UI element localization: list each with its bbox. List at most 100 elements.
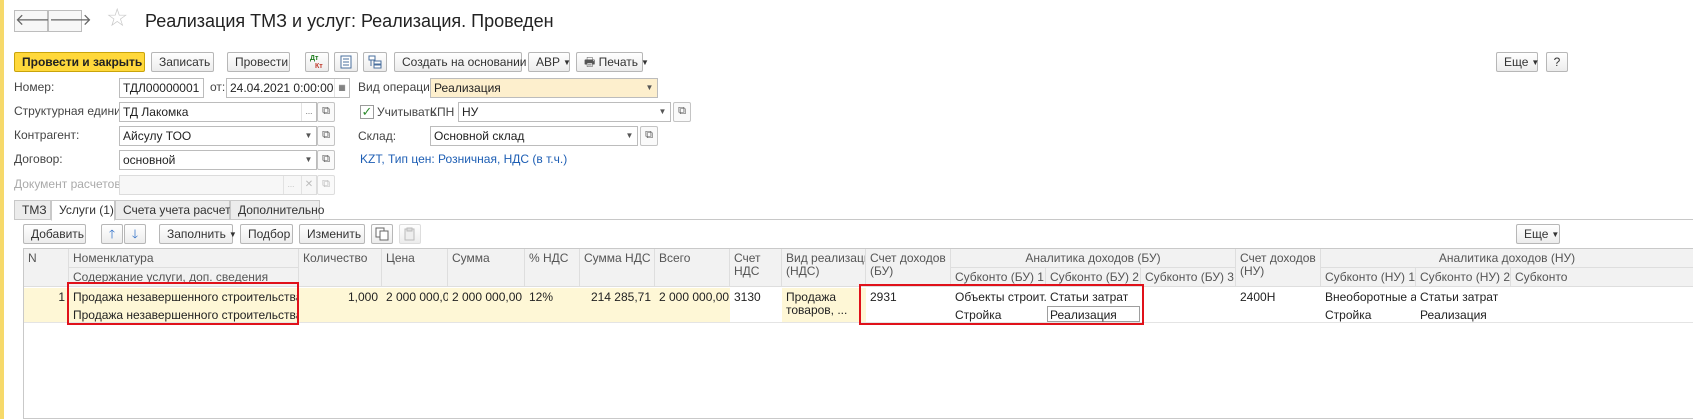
col-header-subconto-nu-1[interactable]: Субконто (НУ) 1 xyxy=(1321,268,1416,287)
col-header-subconto-nu-3[interactable]: Субконто xyxy=(1511,268,1693,287)
col-header-sale-kind[interactable]: Вид реализации(НДС) xyxy=(782,249,866,287)
kpn-checkbox[interactable]: ✓ xyxy=(360,105,374,119)
copy-icon xyxy=(375,227,389,241)
warehouse-value: Основной склад xyxy=(434,129,525,143)
subconto-nu-2-cell-line2[interactable]: Реализация xyxy=(1416,308,1511,322)
col-header-vat-pct[interactable]: % НДС xyxy=(525,249,580,287)
print-label: Печать xyxy=(598,55,638,69)
contractor-field[interactable]: Айсулу ТОО ▼ xyxy=(119,126,317,146)
vat-sum-cell[interactable]: 214 285,71 xyxy=(580,290,655,304)
create-based-on-label: Создать на основании xyxy=(402,55,527,69)
star-icon[interactable]: ☆ xyxy=(106,6,128,31)
kpn-value: НУ xyxy=(462,105,479,119)
chevron-down-icon[interactable]: ▼ xyxy=(301,127,316,145)
col-header-n[interactable]: N xyxy=(24,249,69,287)
dt-kt-icon: ДтКт xyxy=(310,55,323,70)
paste-button xyxy=(399,224,421,244)
save-button[interactable]: Записать xyxy=(151,52,214,72)
select-button[interactable]: Подбор xyxy=(240,224,293,244)
kt-label: Кт xyxy=(315,63,323,69)
income-account-nu-cell[interactable]: 2400Н xyxy=(1236,290,1321,304)
avr-button[interactable]: АВР ▼ xyxy=(528,52,571,72)
help-button[interactable]: ? xyxy=(1546,52,1568,72)
dt-label: Дт xyxy=(310,55,319,62)
kpn-select[interactable]: НУ ▼ xyxy=(458,102,671,122)
chevron-down-icon[interactable]: ▼ xyxy=(301,151,316,169)
calendar-icon[interactable]: ▦ xyxy=(334,79,349,97)
chevron-down-icon[interactable]: ▼ xyxy=(642,79,657,97)
open-icon[interactable]: ⧉ xyxy=(673,102,691,122)
chevron-down-icon[interactable]: ▼ xyxy=(655,103,670,121)
total-cell[interactable]: 2 000 000,00 xyxy=(655,290,730,304)
hierarchy-icon xyxy=(368,55,382,69)
tab-additional[interactable]: Дополнительно xyxy=(230,200,324,220)
open-icon[interactable]: ⧉ xyxy=(317,102,335,122)
vat-pct-cell[interactable]: 12% xyxy=(525,290,580,304)
open-icon[interactable]: ⧉ xyxy=(317,150,335,170)
warehouse-field[interactable]: Основной склад ▼ xyxy=(430,126,638,146)
move-up-button[interactable]: 🡑 xyxy=(101,224,123,244)
contract-field[interactable]: основной ▼ xyxy=(119,150,317,170)
post-and-close-button[interactable]: Провести и закрыть xyxy=(14,52,145,72)
quantity-cell[interactable]: 1,000 xyxy=(299,290,382,304)
services-table[interactable]: N Номенклатура Содержание услуги, доп. с… xyxy=(23,248,1693,419)
col-header-vat-sum[interactable]: Сумма НДС xyxy=(580,249,655,287)
open-icon[interactable]: ⧉ xyxy=(640,126,658,146)
post-button[interactable]: Провести xyxy=(227,52,290,72)
subconto-nu-1-cell-line2[interactable]: Стройка xyxy=(1321,308,1416,322)
col-header-income-account-bu[interactable]: Счет доходов (БУ) xyxy=(866,249,951,287)
date-value: 24.04.2021 0:00:00 xyxy=(230,81,334,95)
fill-button[interactable]: Заполнить ▼ xyxy=(159,224,237,244)
tab-settlement-accounts[interactable]: Счета учета расчетов xyxy=(115,200,243,220)
highlight-income-analytics xyxy=(859,284,1144,325)
price-settings-link[interactable]: KZT, Тип цен: Розничная, НДС (в т.ч.) xyxy=(360,152,567,166)
number-field[interactable]: ТДЛ00000001 xyxy=(119,78,204,98)
copy-button[interactable] xyxy=(371,224,393,244)
add-row-button[interactable]: Добавить xyxy=(23,224,86,244)
tab-services[interactable]: Услуги (1) xyxy=(51,200,115,221)
forward-button[interactable]: 🡒 xyxy=(48,10,92,32)
sale-kind-cell-line2[interactable]: товаров, ... xyxy=(782,303,866,317)
ellipsis-icon: ... xyxy=(283,176,298,194)
operation-type-select[interactable]: Реализация ▼ xyxy=(430,78,658,98)
col-group-analytics-bu: Аналитика доходов (БУ) xyxy=(951,249,1236,268)
move-down-button[interactable]: 🡓 xyxy=(124,224,146,244)
tab-tmz[interactable]: ТМЗ xyxy=(14,200,51,220)
col-header-sum[interactable]: Сумма xyxy=(448,249,525,287)
col-header-vat-account[interactable]: Счет НДС xyxy=(730,249,782,287)
create-based-on-button[interactable]: Создать на основании▼ xyxy=(394,52,537,72)
table-more-label: Еще xyxy=(1524,227,1549,241)
report-button[interactable] xyxy=(334,52,358,72)
col-header-qty[interactable]: Количество xyxy=(299,249,382,287)
dt-kt-button[interactable]: Дт Кт xyxy=(305,52,329,72)
col-header-total[interactable]: Всего xyxy=(655,249,730,287)
table-more-button[interactable]: Еще ▼ xyxy=(1516,224,1560,244)
col-header-income-account-nu[interactable]: Счет доходов (НУ) xyxy=(1236,249,1321,287)
price-cell[interactable]: 2 000 000,00 xyxy=(382,290,448,304)
settlement-document-field: ... ✕ xyxy=(119,175,317,195)
subconto-nu-1-cell[interactable]: Внеоборотные а... xyxy=(1321,290,1416,304)
change-button[interactable]: Изменить xyxy=(299,224,365,244)
col-header-nomenclature[interactable]: Номенклатура xyxy=(69,249,299,268)
structure-button[interactable] xyxy=(363,52,387,72)
col-header-subconto-bu-3[interactable]: Субконто (БУ) 3 xyxy=(1141,268,1236,287)
col-header-price[interactable]: Цена xyxy=(382,249,448,287)
back-button[interactable]: 🡐 xyxy=(14,10,58,32)
col-header-vat-account-line2: НДС xyxy=(734,264,760,278)
sale-kind-cell-line1[interactable]: Продажа xyxy=(782,290,866,304)
more-button[interactable]: Еще ▼ xyxy=(1496,52,1539,72)
ellipsis-icon[interactable]: ... xyxy=(301,103,316,121)
chevron-down-icon[interactable]: ▼ xyxy=(622,127,637,145)
chevron-down-icon: ▼ xyxy=(228,230,237,239)
arrow-up-icon: 🡑 xyxy=(108,227,116,241)
print-button[interactable]: 🖶 Печать ▼ xyxy=(576,52,649,72)
sum-cell[interactable]: 2 000 000,00 xyxy=(448,290,525,304)
col-group-analytics-nu: Аналитика доходов (НУ) xyxy=(1321,249,1693,268)
vat-account-cell[interactable]: 3130 xyxy=(730,290,782,304)
date-field[interactable]: 24.04.2021 0:00:00 ▦ xyxy=(226,78,350,98)
col-header-subconto-nu-2[interactable]: Субконто (НУ) 2 xyxy=(1416,268,1511,287)
structural-unit-field[interactable]: ТД Лакомка... xyxy=(119,102,317,122)
open-icon[interactable]: ⧉ xyxy=(317,126,335,146)
printer-icon: 🖶 xyxy=(584,55,596,69)
subconto-nu-2-cell[interactable]: Статьи затрат xyxy=(1416,290,1511,304)
